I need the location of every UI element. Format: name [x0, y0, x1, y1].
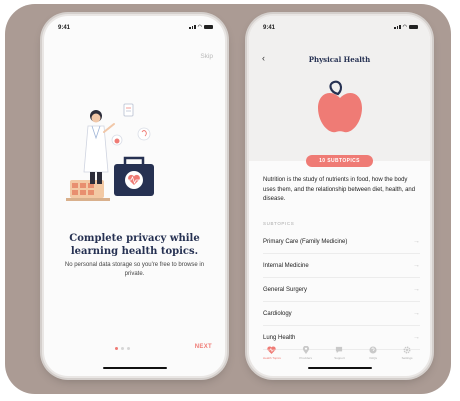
- section-label: SUBTOPICS: [263, 221, 295, 226]
- onboarding-headline: Complete privacy while learning health t…: [69, 233, 200, 257]
- subtopic-label: Lung Health: [263, 334, 296, 341]
- status-bar: 9:41 ◠: [44, 23, 225, 33]
- tab-support[interactable]: Support: [327, 346, 351, 360]
- tab-label: Settings: [401, 356, 413, 360]
- page-dot: [121, 347, 124, 350]
- topic-description: Nutrition is the study of nutrients in f…: [263, 177, 416, 202]
- status-time: 9:41: [263, 25, 276, 31]
- status-time: 9:41: [58, 25, 71, 31]
- tab-faqs[interactable]: FAQs: [361, 346, 385, 360]
- wifi-icon: ◠: [402, 24, 407, 30]
- arrow-right-icon: →: [413, 262, 420, 269]
- next-button[interactable]: NEXT: [195, 344, 212, 350]
- subtopic-row[interactable]: Internal Medicine →: [263, 254, 420, 278]
- signal-icon: [189, 25, 196, 29]
- status-icons: ◠: [394, 24, 418, 30]
- wifi-icon: ◠: [197, 24, 202, 30]
- arrow-right-icon: →: [413, 238, 420, 245]
- tab-label: Health Topics: [262, 356, 281, 360]
- tab-label: Support: [334, 356, 345, 360]
- tab-label: Providers: [299, 356, 313, 360]
- privacy-illustration: [66, 103, 154, 201]
- home-indicator: [307, 366, 372, 369]
- tab-label: FAQs: [369, 356, 378, 360]
- subtopic-row[interactable]: General Surgery →: [263, 278, 420, 302]
- page-dot-active: [115, 347, 118, 350]
- subtopic-count-badge: 10 SUBTOPICS: [306, 155, 373, 167]
- arrow-right-icon: →: [413, 286, 420, 293]
- tab-health-topics[interactable]: Health Topics: [260, 346, 284, 360]
- arrow-right-icon: →: [413, 310, 420, 317]
- subtopic-label: General Surgery: [263, 286, 308, 293]
- apple-icon: [318, 80, 362, 133]
- signal-icon: [394, 25, 401, 29]
- page-dot: [127, 347, 130, 350]
- chat-bubble-icon: [336, 346, 343, 354]
- onboarding-subtext: No personal data storage so you're free …: [64, 262, 205, 277]
- battery-icon: [204, 25, 213, 29]
- page-indicator: [115, 347, 130, 350]
- subtopic-row[interactable]: Primary Care (Family Medicine) →: [263, 230, 420, 254]
- status-icons: ◠: [189, 24, 213, 30]
- question-icon: [369, 346, 377, 354]
- topic-detail-screen: 9:41 ◠ ‹ Physical Health 10 SUBTOPICS Nu…: [249, 16, 430, 376]
- location-pin-icon: [302, 346, 309, 354]
- showcase-frame: 9:41 ◠ Skip Complete privacy while learn…: [5, 4, 451, 394]
- subtopic-label: Primary Care (Family Medicine): [263, 238, 348, 245]
- subtopic-list: Primary Care (Family Medicine) → Internal…: [263, 230, 420, 350]
- arrow-right-icon: →: [413, 334, 420, 341]
- status-bar: 9:41 ◠: [249, 23, 430, 33]
- tab-providers[interactable]: Providers: [294, 346, 318, 360]
- tab-bar: Health Topics Providers Support FAQs Set…: [249, 346, 430, 360]
- subtopic-row[interactable]: Cardiology →: [263, 302, 420, 326]
- page-title: Physical Health: [308, 55, 371, 64]
- subtopic-label: Internal Medicine: [263, 262, 309, 269]
- home-indicator: [102, 366, 167, 369]
- gear-icon: [403, 346, 411, 354]
- battery-icon: [409, 25, 418, 29]
- onboarding-screen: 9:41 ◠ Skip Complete privacy while learn…: [44, 16, 225, 376]
- heart-pulse-icon: [267, 346, 277, 354]
- tab-settings[interactable]: Settings: [395, 346, 419, 360]
- subtopic-label: Cardiology: [263, 310, 292, 317]
- skip-button[interactable]: Skip: [200, 53, 213, 60]
